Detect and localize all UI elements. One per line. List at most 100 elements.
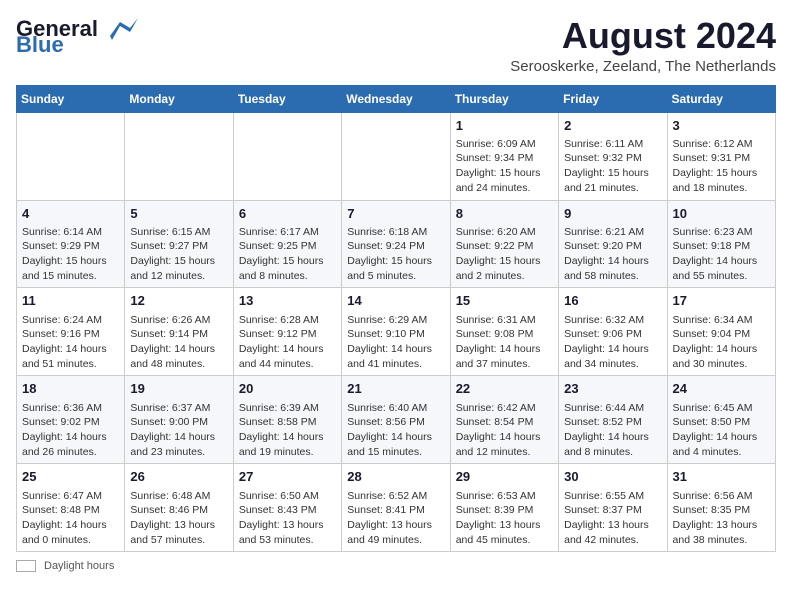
day-number: 15: [456, 292, 553, 310]
calendar-cell: 18 Sunrise: 6:36 AM Sunset: 9:02 PM Dayli…: [17, 376, 125, 464]
day-info: Sunrise: 6:20 AM Sunset: 9:22 PM Dayligh…: [456, 225, 553, 284]
calendar-cell: 8 Sunrise: 6:20 AM Sunset: 9:22 PM Daylig…: [450, 200, 558, 288]
day-number: 2: [564, 117, 661, 135]
col-header-monday: Monday: [125, 85, 233, 112]
calendar-week-row: 4Sunrise: 6:14 AM Sunset: 9:29 PM Daylig…: [17, 200, 776, 288]
day-number: 29: [456, 468, 553, 486]
daylight-swatch: [16, 560, 36, 572]
day-info: Sunrise: 6:17 AM Sunset: 9:25 PM Dayligh…: [239, 225, 336, 284]
calendar-cell: 1 Sunrise: 6:09 AM Sunset: 9:34 PM Daylig…: [450, 112, 558, 200]
day-number: 22: [456, 380, 553, 398]
calendar-week-row: 1 Sunrise: 6:09 AM Sunset: 9:34 PM Daylig…: [17, 112, 776, 200]
day-number: 7: [347, 205, 444, 223]
calendar-cell: 13Sunrise: 6:28 AM Sunset: 9:12 PM Dayli…: [233, 288, 341, 376]
day-info: Sunrise: 6:48 AM Sunset: 8:46 PM Dayligh…: [130, 489, 227, 548]
day-info: Sunrise: 6:28 AM Sunset: 9:12 PM Dayligh…: [239, 313, 336, 372]
calendar-cell: 26 Sunrise: 6:48 AM Sunset: 8:46 PM Dayli…: [125, 464, 233, 552]
day-number: 9: [564, 205, 661, 223]
day-info: Sunrise: 6:09 AM Sunset: 9:34 PM Dayligh…: [456, 137, 553, 196]
day-info: Sunrise: 6:23 AM Sunset: 9:18 PM Dayligh…: [673, 225, 770, 284]
col-header-wednesday: Wednesday: [342, 85, 450, 112]
calendar-cell: 28 Sunrise: 6:52 AM Sunset: 8:41 PM Dayli…: [342, 464, 450, 552]
day-number: 4: [22, 205, 119, 223]
day-number: 8: [456, 205, 553, 223]
day-number: 28: [347, 468, 444, 486]
title-block: August 2024 Serooskerke, Zeeland, The Ne…: [510, 16, 776, 75]
calendar-header-row: SundayMondayTuesdayWednesdayThursdayFrid…: [17, 85, 776, 112]
calendar-cell: [125, 112, 233, 200]
calendar-cell: 19 Sunrise: 6:37 AM Sunset: 9:00 PM Dayli…: [125, 376, 233, 464]
day-number: 27: [239, 468, 336, 486]
header: General Blue August 2024 Serooskerke, Ze…: [16, 16, 776, 75]
calendar-week-row: 18 Sunrise: 6:36 AM Sunset: 9:02 PM Dayli…: [17, 376, 776, 464]
day-info: Sunrise: 6:42 AM Sunset: 8:54 PM Dayligh…: [456, 401, 553, 460]
day-info: Sunrise: 6:34 AM Sunset: 9:04 PM Dayligh…: [673, 313, 770, 372]
day-number: 14: [347, 292, 444, 310]
calendar-cell: [342, 112, 450, 200]
day-info: Sunrise: 6:26 AM Sunset: 9:14 PM Dayligh…: [130, 313, 227, 372]
day-info: Sunrise: 6:31 AM Sunset: 9:08 PM Dayligh…: [456, 313, 553, 372]
calendar-cell: 30Sunrise: 6:55 AM Sunset: 8:37 PM Dayli…: [559, 464, 667, 552]
calendar-cell: 22 Sunrise: 6:42 AM Sunset: 8:54 PM Dayli…: [450, 376, 558, 464]
day-info: Sunrise: 6:21 AM Sunset: 9:20 PM Dayligh…: [564, 225, 661, 284]
day-info: Sunrise: 6:11 AM Sunset: 9:32 PM Dayligh…: [564, 137, 661, 196]
day-number: 1: [456, 117, 553, 135]
calendar-cell: 10 Sunrise: 6:23 AM Sunset: 9:18 PM Dayli…: [667, 200, 775, 288]
day-info: Sunrise: 6:52 AM Sunset: 8:41 PM Dayligh…: [347, 489, 444, 548]
col-header-saturday: Saturday: [667, 85, 775, 112]
day-number: 19: [130, 380, 227, 398]
day-info: Sunrise: 6:37 AM Sunset: 9:00 PM Dayligh…: [130, 401, 227, 460]
day-info: Sunrise: 6:45 AM Sunset: 8:50 PM Dayligh…: [673, 401, 770, 460]
logo-bird-icon: [100, 18, 138, 40]
footer-label: Daylight hours: [44, 560, 114, 572]
day-info: Sunrise: 6:50 AM Sunset: 8:43 PM Dayligh…: [239, 489, 336, 548]
col-header-sunday: Sunday: [17, 85, 125, 112]
day-info: Sunrise: 6:40 AM Sunset: 8:56 PM Dayligh…: [347, 401, 444, 460]
day-info: Sunrise: 6:44 AM Sunset: 8:52 PM Dayligh…: [564, 401, 661, 460]
logo-blue: Blue: [16, 32, 64, 58]
day-number: 11: [22, 292, 119, 310]
day-number: 10: [673, 205, 770, 223]
calendar-cell: 6Sunrise: 6:17 AM Sunset: 9:25 PM Daylig…: [233, 200, 341, 288]
location-subtitle: Serooskerke, Zeeland, The Netherlands: [510, 58, 776, 75]
calendar-cell: 24 Sunrise: 6:45 AM Sunset: 8:50 PM Dayli…: [667, 376, 775, 464]
day-number: 26: [130, 468, 227, 486]
day-info: Sunrise: 6:36 AM Sunset: 9:02 PM Dayligh…: [22, 401, 119, 460]
day-info: Sunrise: 6:53 AM Sunset: 8:39 PM Dayligh…: [456, 489, 553, 548]
calendar-week-row: 11Sunrise: 6:24 AM Sunset: 9:16 PM Dayli…: [17, 288, 776, 376]
day-info: Sunrise: 6:47 AM Sunset: 8:48 PM Dayligh…: [22, 489, 119, 548]
day-info: Sunrise: 6:29 AM Sunset: 9:10 PM Dayligh…: [347, 313, 444, 372]
calendar-cell: 3Sunrise: 6:12 AM Sunset: 9:31 PM Daylig…: [667, 112, 775, 200]
day-number: 25: [22, 468, 119, 486]
logo: General Blue: [16, 16, 138, 58]
day-number: 12: [130, 292, 227, 310]
calendar-cell: 5 Sunrise: 6:15 AM Sunset: 9:27 PM Daylig…: [125, 200, 233, 288]
calendar-cell: [17, 112, 125, 200]
calendar-cell: 7Sunrise: 6:18 AM Sunset: 9:24 PM Daylig…: [342, 200, 450, 288]
day-number: 20: [239, 380, 336, 398]
col-header-thursday: Thursday: [450, 85, 558, 112]
day-number: 30: [564, 468, 661, 486]
calendar-cell: 2 Sunrise: 6:11 AM Sunset: 9:32 PM Daylig…: [559, 112, 667, 200]
calendar-cell: 27 Sunrise: 6:50 AM Sunset: 8:43 PM Dayli…: [233, 464, 341, 552]
calendar-cell: 31Sunrise: 6:56 AM Sunset: 8:35 PM Dayli…: [667, 464, 775, 552]
calendar-cell: 15 Sunrise: 6:31 AM Sunset: 9:08 PM Dayli…: [450, 288, 558, 376]
day-number: 18: [22, 380, 119, 398]
calendar-cell: 9 Sunrise: 6:21 AM Sunset: 9:20 PM Daylig…: [559, 200, 667, 288]
footer: Daylight hours: [16, 560, 776, 572]
calendar-cell: 25 Sunrise: 6:47 AM Sunset: 8:48 PM Dayli…: [17, 464, 125, 552]
col-header-tuesday: Tuesday: [233, 85, 341, 112]
day-info: Sunrise: 6:15 AM Sunset: 9:27 PM Dayligh…: [130, 225, 227, 284]
day-number: 5: [130, 205, 227, 223]
calendar-cell: 12 Sunrise: 6:26 AM Sunset: 9:14 PM Dayli…: [125, 288, 233, 376]
month-year-title: August 2024: [510, 16, 776, 56]
day-number: 17: [673, 292, 770, 310]
calendar-cell: 29 Sunrise: 6:53 AM Sunset: 8:39 PM Dayli…: [450, 464, 558, 552]
calendar-cell: 23Sunrise: 6:44 AM Sunset: 8:52 PM Dayli…: [559, 376, 667, 464]
calendar-cell: [233, 112, 341, 200]
day-number: 21: [347, 380, 444, 398]
calendar-cell: 11Sunrise: 6:24 AM Sunset: 9:16 PM Dayli…: [17, 288, 125, 376]
calendar-table: SundayMondayTuesdayWednesdayThursdayFrid…: [16, 85, 776, 553]
day-number: 24: [673, 380, 770, 398]
day-info: Sunrise: 6:39 AM Sunset: 8:58 PM Dayligh…: [239, 401, 336, 460]
